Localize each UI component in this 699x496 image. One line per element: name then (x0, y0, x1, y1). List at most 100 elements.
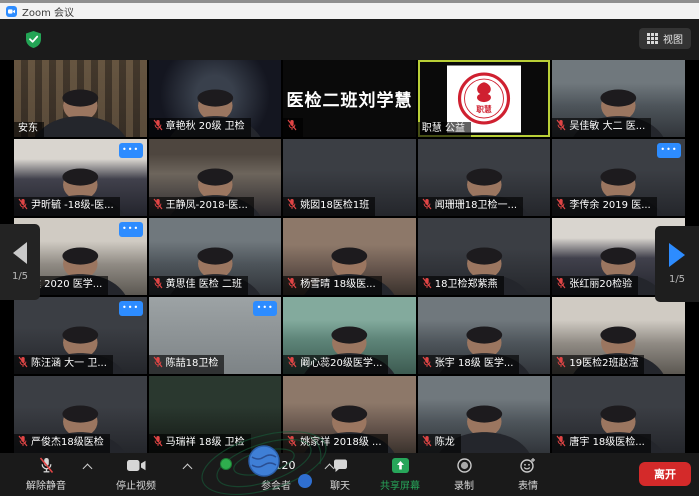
video-tile[interactable]: 马瑞祥 18级 卫检 (149, 376, 282, 453)
participant-name: 尹昕毓 -18级-医... (31, 200, 114, 212)
participant-name-label: 安东 (14, 122, 44, 137)
view-button-label: 视图 (663, 31, 683, 46)
record-button[interactable]: 录制 (442, 457, 486, 492)
participant-name: 吴佳敏 大二 医... (569, 121, 645, 133)
video-grid: 安东章艳秋 20级 卫检医检二班刘学慧职慧职慧 公益吴佳敏 大二 医...•••… (14, 60, 685, 453)
participant-name: 震 2020 医学... (31, 279, 102, 291)
participant-name: 陈汪涵 大一 卫... (31, 358, 107, 370)
muted-microphone-icon (18, 435, 28, 451)
participants-button[interactable]: 120 参会者 (236, 457, 316, 492)
video-tile[interactable]: 姚家祥 2018级 ... (283, 376, 416, 453)
participant-name-label: 19医检2班赵滢 (552, 355, 644, 374)
participant-name: 闻珊珊18卫检一... (435, 200, 517, 212)
video-tile[interactable]: 阚心蕊20级医学... (283, 297, 416, 374)
chevron-left-icon (13, 242, 27, 264)
participant-name-label: 张宇 18级 医学... (418, 355, 520, 374)
participant-name: 马瑞祥 18级 卫检 (166, 437, 245, 449)
participant-name-label: 阚心蕊20级医学... (283, 355, 388, 374)
participant-name: 王静凤-2018-医... (166, 200, 248, 212)
video-tile[interactable]: ••• 陈汪涵 大一 卫... (14, 297, 147, 374)
previous-page-button[interactable]: 1/5 (0, 224, 40, 300)
participant-name: 唐宇 18级医检... (569, 437, 644, 449)
participant-name-label: 王静凤-2018-医... (149, 197, 254, 216)
video-tile[interactable]: ••• 尹昕毓 -18级-医... (14, 139, 147, 216)
leave-meeting-button[interactable]: 离开 (639, 462, 691, 486)
participant-name: 18卫检郑紫燕 (435, 279, 498, 291)
share-screen-icon (391, 457, 410, 474)
participant-name: 姚家祥 2018级 ... (300, 437, 381, 449)
svg-text:职慧: 职慧 (476, 104, 492, 114)
video-tile[interactable]: 医检二班刘学慧 (283, 60, 416, 137)
video-tile[interactable]: 黄思佳 医检 二班 (149, 218, 282, 295)
participant-name: 严俊杰18级医检 (31, 437, 104, 449)
reactions-button[interactable]: 表情 (506, 457, 550, 492)
participant-name: 陈喆18卫检 (166, 358, 219, 370)
view-button[interactable]: 视图 (639, 28, 691, 49)
participant-name: 张宇 18级 医学... (435, 358, 514, 370)
muted-microphone-icon (422, 198, 432, 214)
window-title: Zoom 会议 (22, 4, 74, 19)
participant-name-label: 陈喆18卫检 (149, 355, 225, 374)
video-tile[interactable]: 吴佳敏 大二 医... (552, 60, 685, 137)
video-tile[interactable]: 章艳秋 20级 卫检 (149, 60, 282, 137)
tile-more-options-button[interactable]: ••• (119, 301, 143, 316)
video-tile[interactable]: 杨雪晴 18级医... (283, 218, 416, 295)
participant-name: 姚囡18医检1班 (300, 200, 369, 212)
participant-name: 阚心蕊20级医学... (300, 358, 382, 370)
participant-name-label: 陈汪涵 大一 卫... (14, 355, 113, 374)
video-options-caret[interactable] (183, 464, 193, 474)
video-tile[interactable]: 王静凤-2018-医... (149, 139, 282, 216)
muted-microphone-icon (18, 198, 28, 214)
video-tile[interactable]: 安东 (14, 60, 147, 137)
window-titlebar: Zoom 会议 (0, 3, 699, 19)
participant-name: 职慧 公益 (422, 123, 465, 135)
video-tile[interactable]: 闻珊珊18卫检一... (418, 139, 551, 216)
participant-name: 李传余 2019 医... (569, 200, 650, 212)
tile-more-options-button[interactable]: ••• (119, 143, 143, 158)
muted-microphone-icon (422, 277, 432, 293)
zoom-app-icon (6, 6, 17, 17)
record-icon (457, 457, 472, 474)
participant-name-label: 18卫检郑紫燕 (418, 276, 504, 295)
video-tile[interactable]: 姚囡18医检1班 (283, 139, 416, 216)
emoji-icon (520, 457, 536, 474)
meeting-header: 视图 (0, 19, 699, 60)
participant-name: 章艳秋 20级 卫检 (166, 121, 245, 133)
tile-more-options-button[interactable]: ••• (253, 301, 277, 316)
next-page-button[interactable]: 1/5 (655, 226, 699, 302)
participant-name-label: 陈龙 (418, 434, 461, 453)
muted-microphone-icon (556, 356, 566, 372)
tile-more-options-button[interactable]: ••• (119, 222, 143, 237)
video-tile[interactable]: 18卫检郑紫燕 (418, 218, 551, 295)
stop-video-label: 停止视频 (116, 477, 156, 492)
video-tile[interactable]: 唐宇 18级医检... (552, 376, 685, 453)
unmute-label: 解除静音 (26, 477, 66, 492)
chat-button[interactable]: 聊天 (318, 457, 362, 492)
muted-microphone-icon (422, 356, 432, 372)
muted-microphone-icon (287, 277, 297, 293)
participant-name: 杨雪晴 18级医... (300, 279, 375, 291)
muted-microphone-icon (556, 119, 566, 135)
stop-video-button[interactable]: 停止视频 (104, 457, 168, 492)
participant-name-label: 尹昕毓 -18级-医... (14, 197, 120, 216)
leave-label: 离开 (654, 466, 676, 482)
meeting-toolbar: 解除静音 停止视频 120 参会者 聊天 共享屏幕 录制 (0, 453, 699, 496)
chat-bubble-icon (333, 457, 348, 474)
video-tile[interactable]: 职慧职慧 公益 (418, 60, 551, 137)
share-screen-button[interactable]: 共享屏幕 (370, 457, 430, 492)
participant-name: 黄思佳 医检 二班 (166, 279, 242, 291)
security-shield-icon[interactable] (26, 31, 41, 52)
video-tile[interactable]: 19医检2班赵滢 (552, 297, 685, 374)
share-screen-label: 共享屏幕 (380, 477, 420, 492)
participant-name: 张红丽20检验 (569, 279, 632, 291)
tile-more-options-button[interactable]: ••• (657, 143, 681, 158)
muted-microphone-icon (153, 435, 163, 451)
participant-name-label: 姚家祥 2018级 ... (283, 434, 387, 453)
video-tile[interactable]: 严俊杰18级医检 (14, 376, 147, 453)
video-tile[interactable]: ••• 陈喆18卫检 (149, 297, 282, 374)
audio-options-caret[interactable] (83, 464, 93, 474)
video-tile[interactable]: ••• 李传余 2019 医... (552, 139, 685, 216)
video-tile[interactable]: 张宇 18级 医学... (418, 297, 551, 374)
video-tile[interactable]: 陈龙 (418, 376, 551, 453)
unmute-button[interactable]: 解除静音 (14, 457, 78, 492)
